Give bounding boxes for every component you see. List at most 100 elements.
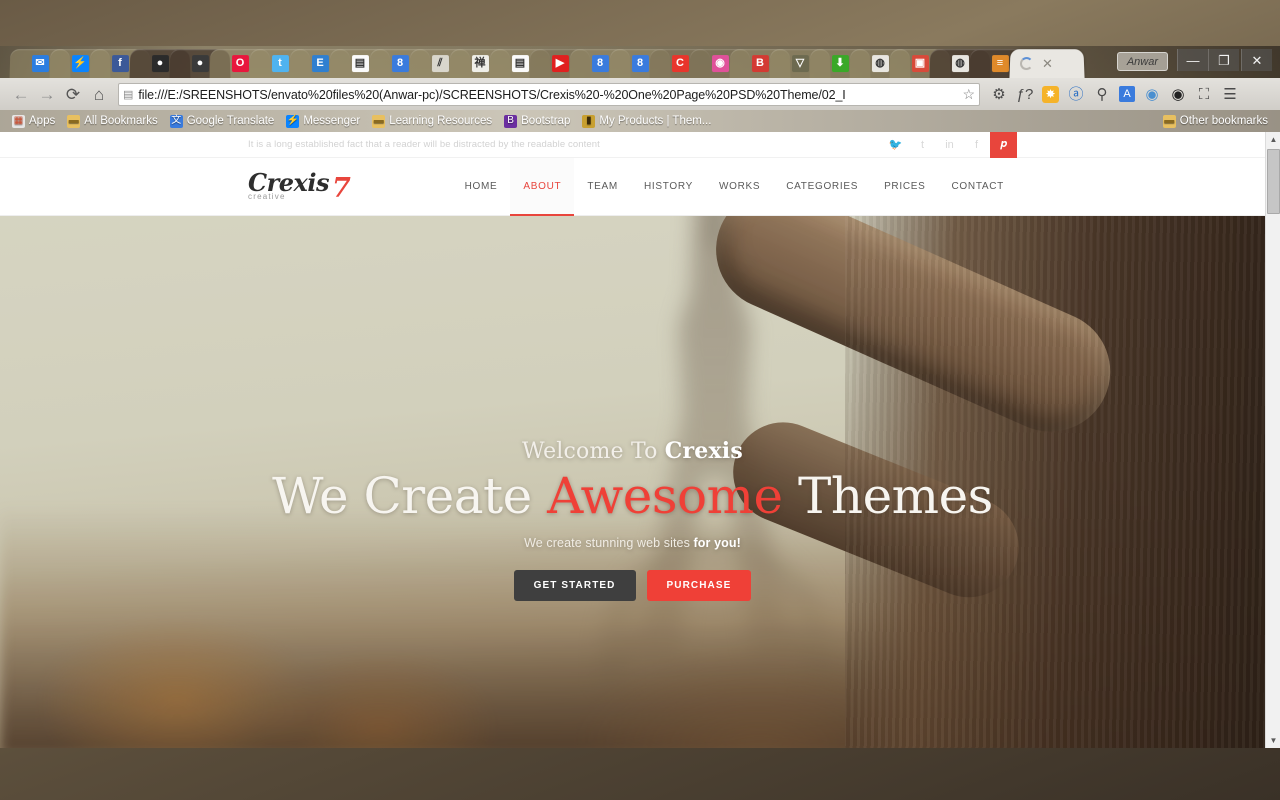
social-links[interactable]: 🐦 t in f 𝒑 — [882, 132, 1017, 158]
fox-icon: ▽ — [791, 55, 809, 73]
hero-subline: We create stunning web sites for you! — [0, 536, 1265, 550]
nav-item-works[interactable]: WORKS — [706, 158, 773, 216]
at-extension[interactable]: ⓐ — [1063, 87, 1089, 102]
logo-seven-mark: 7 — [331, 172, 351, 204]
twitter-icon[interactable]: 🐦 — [882, 132, 909, 158]
c-circle-icon: C — [671, 55, 689, 73]
globe-extension[interactable]: ◉ — [1139, 87, 1165, 102]
hero-cta-group: GET STARTED PURCHASE — [0, 570, 1265, 601]
tab-strip[interactable]: ✉ ⚡ f ● ● Ot E ▤ 8 ⫽ 禅 ▤ ▶ 8 8 C ◉ B ▽ ⬇ ◍ ▣ ◍ ≡ ✕ Anwar — ❐ ✕ — [0, 46, 1280, 78]
loading-tab[interactable]: ✕ — [1009, 49, 1085, 78]
nav-item-history[interactable]: HISTORY — [631, 158, 706, 216]
nav-item-label: CONTACT — [951, 181, 1004, 192]
hero-headline-highlight: Awesome — [547, 467, 783, 525]
linkedin-icon[interactable]: in — [936, 132, 963, 158]
bookmark-item-all-bookmarks[interactable]: ▬ All Bookmarks — [61, 111, 164, 131]
bookmark-label: All Bookmarks — [84, 115, 158, 127]
other-bookmarks-folder[interactable]: ▬ Other bookmarks — [1157, 111, 1274, 131]
scroll-down-arrow[interactable]: ▼ — [1266, 733, 1280, 748]
tab-close-icon[interactable]: ✕ — [1042, 56, 1053, 71]
folder-icon: ▬ — [1162, 114, 1176, 128]
scroll-up-arrow[interactable]: ▲ — [1266, 132, 1280, 147]
page-icon: ▤ — [511, 55, 529, 73]
nav-item-label: TEAM — [587, 181, 618, 192]
bookmark-star-icon[interactable]: ☆ — [962, 86, 975, 103]
window-maximize-button[interactable]: ❐ — [1208, 49, 1239, 71]
google-8-icon: 8 — [631, 55, 649, 73]
purchase-button[interactable]: PURCHASE — [646, 570, 752, 601]
get-started-button[interactable]: GET STARTED — [513, 570, 636, 601]
dribbble-icon: ◉ — [711, 55, 729, 73]
pinterest-icon[interactable]: 𝒑 — [990, 132, 1017, 158]
nav-item-prices[interactable]: PRICES — [871, 158, 938, 216]
nav-item-about[interactable]: ABOUT — [510, 157, 575, 216]
bookmark-item-my-products-them[interactable]: ▮ My Products | Them... — [576, 111, 717, 131]
folder-icon: ▬ — [372, 114, 386, 128]
bookmark-label: Messenger — [303, 115, 361, 127]
tumblr-icon[interactable]: t — [909, 132, 936, 158]
page-icon: ▤ — [123, 89, 134, 101]
gear-extension[interactable]: ⚙ — [986, 87, 1012, 102]
reload-button[interactable]: ⟳ — [60, 86, 86, 103]
site-tagline: It is a long established fact that a rea… — [248, 139, 600, 150]
bookmark-label: Bootstrap — [521, 115, 571, 127]
forward-button[interactable]: → — [34, 86, 60, 103]
address-bar[interactable]: ▤ file:///E:/SREENSHOTS/envato%20files%2… — [118, 83, 980, 106]
opera-icon: O — [231, 55, 249, 73]
user-profile-button[interactable]: Anwar — [1116, 52, 1168, 71]
bookmark-label: Google Translate — [186, 115, 275, 127]
hero-headline-part-a: We Create — [272, 467, 548, 525]
logo-subtitle: creative — [248, 191, 286, 201]
envato-icon: E — [311, 55, 329, 73]
browser-toolbar: ← → ⟳ ⌂ ▤ file:///E:/SREENSHOTS/envato%2… — [0, 78, 1280, 110]
hero-welcome-brand: Crexis — [664, 438, 743, 464]
page-icon: ▤ — [351, 55, 369, 73]
colorwheel-extension[interactable]: ◉ — [1165, 87, 1191, 102]
nav-item-categories[interactable]: CATEGORIES — [773, 158, 871, 216]
bookmark-item-apps[interactable]: ▦ Apps — [6, 111, 61, 131]
google-8-icon: 8 — [391, 55, 409, 73]
hero-welcome: Welcome To Crexis — [0, 438, 1265, 464]
bookmark-item-bootstrap[interactable]: B Bootstrap — [498, 111, 576, 131]
bookmark-item-messenger[interactable]: ⚡ Messenger — [280, 111, 366, 131]
github-icon: ● — [151, 55, 169, 73]
nav-item-home[interactable]: HOME — [452, 158, 511, 216]
nav-item-label: HISTORY — [643, 181, 693, 192]
window-minimize-button[interactable]: — — [1177, 49, 1208, 71]
nav-item-contact[interactable]: CONTACT — [939, 158, 1018, 216]
inbox-icon: ✉ — [31, 55, 49, 73]
zen-kanji-icon: 禅 — [471, 55, 489, 73]
chrome-browser-window: ✉ ⚡ f ● ● Ot E ▤ 8 ⫽ 禅 ▤ ▶ 8 8 C ◉ B ▽ ⬇ ◍ ▣ ◍ ≡ ✕ Anwar — ❐ ✕ ←… — [0, 46, 1280, 748]
site-header: Crexis creative 7 HOME ABOUT TEAM HISTORY WO… — [0, 157, 1265, 216]
window-close-button[interactable]: ✕ — [1241, 49, 1272, 71]
hero-headline: We Create Awesome Themes — [0, 468, 1265, 524]
function-extension[interactable]: ƒ? — [1012, 87, 1038, 102]
hero-subline-part-b: for you! — [693, 536, 741, 550]
eyedropper-extension[interactable]: ⚲ — [1089, 87, 1115, 102]
page-viewport: It is a long established fact that a rea… — [0, 132, 1280, 748]
chrome-menu[interactable]: ☰ — [1217, 87, 1243, 102]
hero-headline-part-b: Themes — [782, 467, 993, 525]
scrollbar-thumb[interactable] — [1267, 149, 1280, 214]
home-button[interactable]: ⌂ — [86, 86, 112, 103]
bookmark-item-learning-resources[interactable]: ▬ Learning Resources — [366, 111, 498, 131]
twitter-icon: t — [271, 55, 289, 73]
facebook-icon[interactable]: f — [963, 132, 990, 158]
vertical-scrollbar[interactable]: ▲ ▼ — [1265, 132, 1280, 748]
site-logo[interactable]: Crexis creative 7 — [248, 171, 351, 204]
nav-item-label: HOME — [464, 181, 498, 192]
bookmark-item-google-translate[interactable]: 文 Google Translate — [164, 111, 281, 131]
facebook-icon: f — [111, 55, 129, 73]
fullscreen-extension[interactable]: ⛶ — [1191, 87, 1217, 102]
youtube-icon: ▶ — [551, 55, 569, 73]
asterisk-extension[interactable]: ✸ — [1042, 85, 1059, 103]
bookmarks-bar[interactable]: ▦ Apps ▬ All Bookmarks 文 Google Translate ⚡ Mes… — [0, 110, 1280, 132]
main-navigation[interactable]: HOME ABOUT TEAM HISTORY WORKS CATEGORIES PRICE… — [452, 157, 1018, 216]
nav-item-team[interactable]: TEAM — [574, 158, 631, 216]
bookmark-label: Learning Resources — [389, 115, 493, 127]
back-button[interactable]: ← — [8, 86, 34, 103]
bootstrap-icon: B — [751, 55, 769, 73]
bookmark-label: Apps — [29, 115, 56, 127]
hero-content: Welcome To Crexis We Create Awesome Them… — [0, 438, 1265, 601]
translate-extension[interactable]: A — [1119, 86, 1135, 102]
